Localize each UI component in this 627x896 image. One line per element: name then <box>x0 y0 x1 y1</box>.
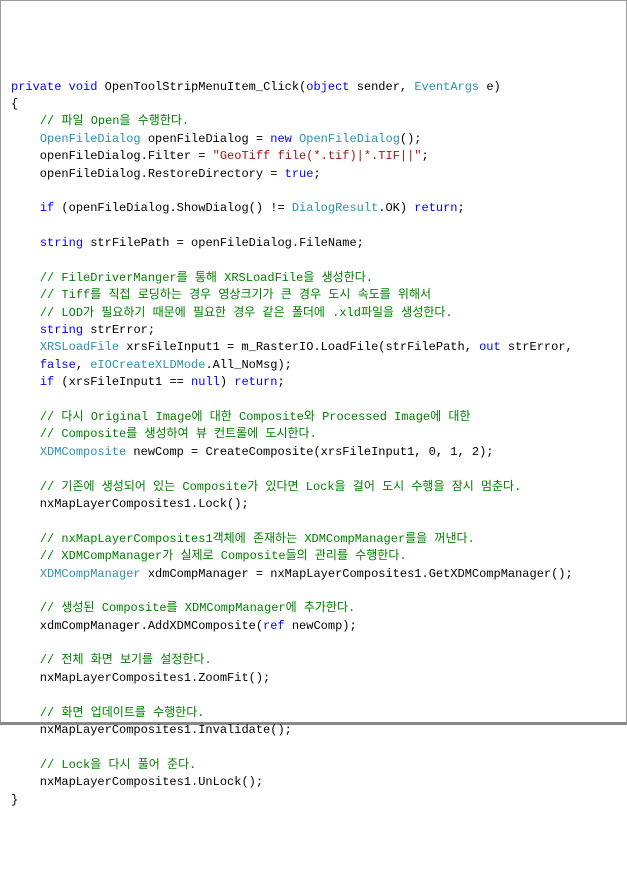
code-token-text: .OK) <box>378 201 414 215</box>
code-token-kw: private <box>11 80 61 94</box>
code-token-kw: true <box>285 167 314 181</box>
code-token-kw: ref <box>263 619 285 633</box>
code-token-kw: void <box>69 80 98 94</box>
code-token-kw: null <box>191 375 220 389</box>
code-token-text <box>11 445 40 459</box>
code-token-text: OpenToolStripMenuItem_Click( <box>97 80 306 94</box>
code-token-cmt: // XDMCompManager가 실제로 Composite들의 관리를 수… <box>40 549 407 563</box>
code-token-cmt: // Composite를 생성하여 뷰 컨트롤에 도시한다. <box>40 427 317 441</box>
code-token-type: OpenFileDialog <box>40 132 141 146</box>
code-token-text <box>11 288 40 302</box>
code-token-text <box>11 132 40 146</box>
code-token-type: eIOCreateXLDMode <box>90 358 205 372</box>
code-token-cmt: // 생성된 Composite를 XDMCompManager에 추가한다. <box>40 601 355 615</box>
code-token-kw: string <box>40 236 83 250</box>
code-token-text <box>11 427 40 441</box>
code-token-type: DialogResult <box>292 201 378 215</box>
code-token-type: XDMCompManager <box>40 567 141 581</box>
code-token-kw: false <box>40 358 76 372</box>
code-token-kw: out <box>479 340 501 354</box>
code-token-kw: if <box>40 201 54 215</box>
code-token-type: OpenFileDialog <box>299 132 400 146</box>
code-token-cmt: // FileDriverManger를 통해 XRSLoadFile을 생성한… <box>40 271 373 285</box>
code-token-type: XRSLoadFile <box>40 340 119 354</box>
code-token-cmt: // 화면 업데이트를 수행한다. <box>40 706 205 720</box>
code-token-kw: object <box>306 80 349 94</box>
code-token-kw: new <box>270 132 292 146</box>
code-token-text: , <box>76 358 90 372</box>
code-token-text: sender, <box>350 80 415 94</box>
code-token-kw: string <box>40 323 83 337</box>
code-block: private void OpenToolStripMenuItem_Click… <box>11 79 616 809</box>
code-token-cmt: // nxMapLayerComposites1객체에 존재하는 XDMComp… <box>40 532 475 546</box>
code-token-text: xrsFileInput1 = m_RasterIO.LoadFile(strF… <box>119 340 479 354</box>
code-token-text: nxMapLayerComposites1.UnLock(); } <box>11 775 263 806</box>
code-token-text <box>11 306 40 320</box>
code-token-text: (xrsFileInput1 == <box>54 375 191 389</box>
code-token-text <box>61 80 68 94</box>
code-token-text: xdmCompManager.AddXDMComposite( <box>11 619 263 633</box>
code-token-text <box>11 323 40 337</box>
code-token-text: openFileDialog = <box>141 132 271 146</box>
code-token-kw: if <box>40 375 54 389</box>
code-token-cmt: // 다시 Original Image에 대한 Composite와 Proc… <box>40 410 471 424</box>
code-token-type: XDMComposite <box>40 445 126 459</box>
code-token-text <box>11 549 40 563</box>
code-token-cmt: // 파일 Open을 수행한다. <box>40 114 189 128</box>
code-token-str: "GeoTiff file(*.tif)|*.TIF||" <box>213 149 422 163</box>
code-token-cmt: // Lock을 다시 풀어 준다. <box>40 758 197 772</box>
code-token-text: ) <box>220 375 234 389</box>
code-token-kw: return <box>414 201 457 215</box>
code-token-type: EventArgs <box>414 80 479 94</box>
code-token-kw: return <box>234 375 277 389</box>
code-token-text: (openFileDialog.ShowDialog() != <box>54 201 292 215</box>
code-token-text <box>11 567 40 581</box>
code-token-cmt: // 전체 화면 보기를 설정한다. <box>40 653 212 667</box>
code-token-cmt: // LOD가 필요하기 때문에 필요한 경우 같은 폴더에 .xld파일을 생… <box>40 306 453 320</box>
code-token-cmt: // Tiff를 직접 로딩하는 경우 영상크기가 큰 경우 도시 속도를 위해… <box>40 288 431 302</box>
code-token-text <box>292 132 299 146</box>
code-token-cmt: // 기존에 생성되어 있는 Composite가 있다면 Lock을 걸어 도… <box>40 480 521 494</box>
